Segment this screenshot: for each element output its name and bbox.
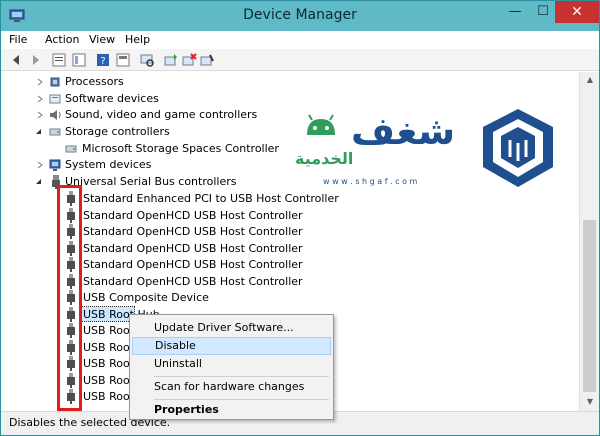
vertical-scrollbar[interactable]: ▲ ▼	[579, 72, 599, 411]
menu-separator	[154, 399, 329, 400]
uninstall-device-icon[interactable]	[181, 52, 197, 68]
watermark-arabic-main: شغف	[351, 109, 456, 153]
watermark-url: w w w . s h g a f . c o m	[323, 177, 418, 186]
menu-item-properties[interactable]: Properties	[132, 401, 331, 419]
tree-item-label: USB Roo	[83, 357, 130, 370]
expand-chevron-icon[interactable]	[35, 91, 45, 107]
cube-logo-icon	[483, 109, 553, 187]
processor-icon	[50, 77, 60, 87]
speaker-icon	[50, 110, 61, 120]
tree-item-label: Software devices	[65, 92, 159, 105]
tree-item-processors[interactable]: Processors	[1, 74, 579, 90]
collapse-chevron-icon[interactable]	[33, 124, 43, 140]
menu-item-uninstall[interactable]: Uninstall	[132, 355, 331, 373]
menu-bar: File Action View Help	[1, 31, 599, 49]
tree-item-label: Storage controllers	[65, 125, 170, 138]
help-icon[interactable]: ?	[95, 52, 111, 68]
disable-device-icon[interactable]	[199, 52, 215, 68]
view-icon[interactable]	[115, 52, 131, 68]
properties-list-icon[interactable]	[51, 52, 67, 68]
menu-action[interactable]: Action	[45, 33, 79, 46]
toolbar: ?	[1, 49, 599, 71]
collapse-chevron-icon[interactable]	[33, 174, 43, 190]
expand-chevron-icon[interactable]	[35, 107, 45, 123]
tree-item-usb-device[interactable]: Standard OpenHCD USB Host Controller	[1, 224, 579, 240]
svg-text:?: ?	[100, 56, 105, 67]
tree-item-label: System devices	[65, 158, 152, 171]
tree-item-label: USB Roo	[83, 341, 130, 354]
watermark-arabic-sub: الخدمية	[295, 149, 354, 168]
menu-separator	[154, 376, 329, 377]
watermark-logo: شغف الخدمية w w w . s h g a f . c o m	[291, 105, 561, 195]
tree-item-usb-device[interactable]: Standard OpenHCD USB Host Controller	[1, 274, 579, 290]
tree-item-label: Standard OpenHCD USB Host Controller	[83, 242, 303, 255]
tree-item-usb-device[interactable]: Standard OpenHCD USB Host Controller	[1, 241, 579, 257]
menu-view[interactable]: View	[89, 33, 115, 46]
show-hide-tree-icon[interactable]	[71, 52, 87, 68]
expand-chevron-icon[interactable]	[35, 74, 45, 90]
menu-item-scan-hardware[interactable]: Scan for hardware changes	[132, 378, 331, 396]
tree-item-label: Standard OpenHCD USB Host Controller	[83, 258, 303, 271]
context-menu: Update Driver Software... Disable Uninst…	[129, 314, 334, 420]
menu-help[interactable]: Help	[125, 33, 150, 46]
back-arrow-icon[interactable]	[9, 52, 25, 68]
title-bar[interactable]: Device Manager — ☐ ✕	[1, 1, 599, 31]
tree-item-usb-device[interactable]: USB Composite Device	[1, 290, 579, 306]
tree-item-usb-device[interactable]: Standard OpenHCD USB Host Controller	[1, 208, 579, 224]
maximize-button[interactable]: ☐	[529, 1, 557, 23]
tree-item-label: USB Roo	[83, 324, 130, 337]
scroll-thumb[interactable]	[583, 220, 596, 392]
tree-item-label: USB Composite Device	[83, 291, 209, 304]
annotation-highlight-box	[57, 185, 82, 411]
tree-item-label: USB Roo	[83, 390, 130, 403]
device-manager-window: Device Manager — ☐ ✕ File Action View He…	[0, 0, 600, 436]
tree-item-label: Sound, video and game controllers	[65, 108, 258, 121]
menu-item-disable[interactable]: Disable	[132, 337, 331, 355]
forward-arrow-icon[interactable]	[27, 52, 43, 68]
tree-item-usb-device[interactable]: Standard OpenHCD USB Host Controller	[1, 257, 579, 273]
menu-file[interactable]: File	[9, 33, 27, 46]
scroll-down-arrow-icon[interactable]: ▼	[580, 394, 600, 410]
expand-chevron-icon[interactable]	[35, 157, 45, 173]
tree-item-label: Standard OpenHCD USB Host Controller	[83, 275, 303, 288]
system-device-icon	[49, 159, 61, 171]
menu-item-update-driver[interactable]: Update Driver Software...	[132, 319, 331, 337]
minimize-button[interactable]: —	[501, 1, 529, 23]
tree-item-label: Standard OpenHCD USB Host Controller	[83, 225, 303, 238]
tree-item-label: Universal Serial Bus controllers	[65, 175, 237, 188]
close-button[interactable]: ✕	[555, 1, 599, 23]
storage-controller-icon	[65, 145, 77, 153]
update-driver-icon[interactable]	[163, 52, 179, 68]
scroll-up-arrow-icon[interactable]: ▲	[580, 72, 600, 88]
tree-item-label: Processors	[65, 75, 124, 88]
tree-item-label: Standard OpenHCD USB Host Controller	[83, 209, 303, 222]
tree-item-label: USB Roo	[83, 374, 130, 387]
storage-controller-icon	[49, 128, 61, 136]
tree-item-label: Microsoft Storage Spaces Controller	[82, 142, 279, 155]
software-device-icon	[49, 94, 61, 104]
scan-hardware-icon[interactable]	[139, 52, 155, 68]
